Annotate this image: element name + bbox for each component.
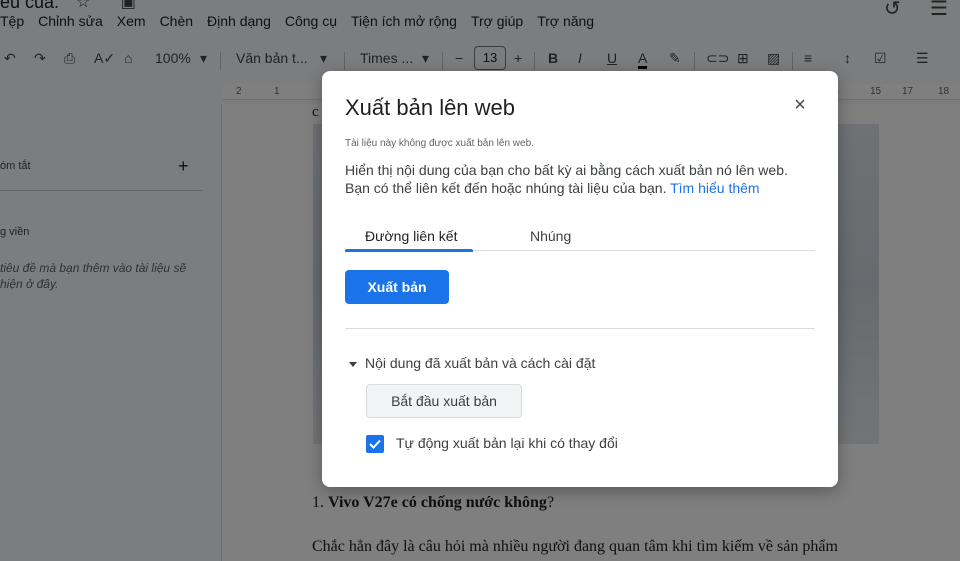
active-tab-indicator [345, 249, 473, 252]
section-label: Nội dung đã xuất bản và cách cài đặt [365, 355, 596, 371]
published-content-settings-toggle[interactable]: Nội dung đã xuất bản và cách cài đặt [349, 355, 595, 371]
checkmark-icon [369, 439, 381, 449]
tab-embed[interactable]: Nhúng [530, 228, 571, 244]
dialog-description: Hiển thị nội dung của bạn cho bất kỳ ai … [345, 161, 815, 197]
close-icon[interactable]: × [790, 95, 810, 115]
tab-link[interactable]: Đường liên kết [365, 228, 457, 244]
publish-tabs: Đường liên kết Nhúng [345, 223, 815, 252]
publish-status-note: Tài liệu này không được xuất bản lên web… [345, 138, 534, 149]
auto-republish-checkbox[interactable] [366, 435, 384, 453]
start-publishing-button[interactable]: Bắt đầu xuất bản [366, 384, 522, 418]
publish-to-web-dialog: Xuất bản lên web × Tài liệu này không đư… [322, 71, 838, 487]
learn-more-link[interactable]: Tìm hiểu thêm [670, 180, 759, 196]
dialog-title: Xuất bản lên web [345, 95, 516, 120]
publish-button[interactable]: Xuất bản [345, 270, 449, 304]
auto-republish-label[interactable]: Tự động xuất bản lại khi có thay đổi [396, 435, 618, 451]
dialog-divider [345, 328, 815, 329]
caret-down-icon [349, 361, 357, 367]
